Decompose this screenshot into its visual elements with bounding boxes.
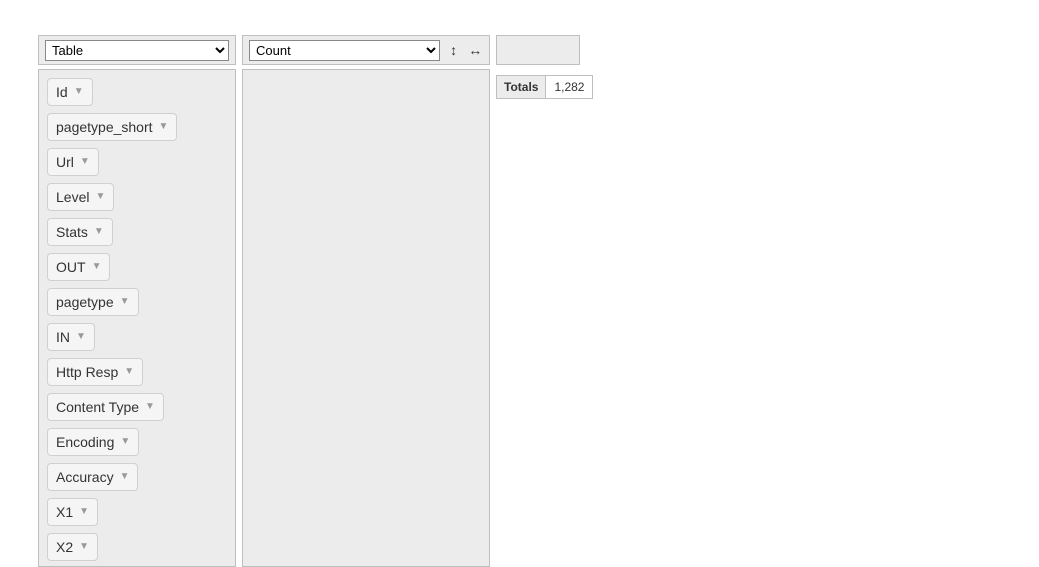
attr-pill[interactable]: Id ▼ xyxy=(47,78,93,106)
aggregator-cell: Count ↕ ↔ xyxy=(242,35,490,65)
attr-pill-label: Encoding xyxy=(56,434,114,450)
attr-pill-label: Level xyxy=(56,189,89,205)
caret-down-icon[interactable]: ▼ xyxy=(94,227,104,237)
attr-pill-label: X2 xyxy=(56,539,73,555)
attr-pill[interactable]: pagetype_short ▼ xyxy=(47,113,177,141)
caret-down-icon[interactable]: ▼ xyxy=(74,87,84,97)
attr-pill-label: Url xyxy=(56,154,74,170)
attr-pill-label: OUT xyxy=(56,259,86,275)
attr-pill-label: IN xyxy=(56,329,70,345)
attr-pill[interactable]: Stats ▼ xyxy=(47,218,113,246)
caret-down-icon[interactable]: ▼ xyxy=(159,122,169,132)
caret-down-icon[interactable]: ▼ xyxy=(124,367,134,377)
attr-pill[interactable]: Level ▼ xyxy=(47,183,114,211)
pivot-output-table: Totals 1,282 xyxy=(496,75,593,99)
attr-pill-label: X1 xyxy=(56,504,73,520)
attr-pill-label: Http Resp xyxy=(56,364,118,380)
attr-pill-label: Id xyxy=(56,84,68,100)
aggregator-select[interactable]: Count xyxy=(249,40,440,61)
caret-down-icon[interactable]: ▼ xyxy=(120,297,130,307)
attr-pill[interactable]: Content Type ▼ xyxy=(47,393,164,421)
caret-down-icon[interactable]: ▼ xyxy=(145,402,155,412)
attr-pill[interactable]: OUT ▼ xyxy=(47,253,110,281)
caret-down-icon[interactable]: ▼ xyxy=(95,192,105,202)
row-attrs-header xyxy=(496,35,580,65)
attr-pill-label: Accuracy xyxy=(56,469,114,485)
attr-pill-label: pagetype xyxy=(56,294,114,310)
attr-pill-label: Content Type xyxy=(56,399,139,415)
caret-down-icon[interactable]: ▼ xyxy=(92,262,102,272)
caret-down-icon[interactable]: ▼ xyxy=(120,437,130,447)
attr-pill[interactable]: Url ▼ xyxy=(47,148,99,176)
sort-rows-icon[interactable]: ↕ xyxy=(446,42,462,58)
unused-attrs-container: Id▼pagetype_short▼Url▼Level▼Stats▼OUT▼pa… xyxy=(38,69,236,567)
sort-cols-icon[interactable]: ↔ xyxy=(467,42,483,58)
renderer-select[interactable]: Table xyxy=(45,40,229,61)
totals-label: Totals xyxy=(496,75,546,99)
attr-pill[interactable]: X2 ▼ xyxy=(47,533,98,561)
attr-pill-label: pagetype_short xyxy=(56,119,153,135)
attr-pill[interactable]: Accuracy ▼ xyxy=(47,463,138,491)
attr-pill-label: Stats xyxy=(56,224,88,240)
attr-pill[interactable]: Http Resp ▼ xyxy=(47,358,143,386)
attr-pill[interactable]: pagetype ▼ xyxy=(47,288,139,316)
renderer-cell: Table xyxy=(38,35,236,65)
attr-pill[interactable]: IN ▼ xyxy=(47,323,95,351)
caret-down-icon[interactable]: ▼ xyxy=(120,472,130,482)
attr-pill[interactable]: X1 ▼ xyxy=(47,498,98,526)
totals-value: 1,282 xyxy=(546,75,593,99)
caret-down-icon[interactable]: ▼ xyxy=(76,332,86,342)
caret-down-icon[interactable]: ▼ xyxy=(79,507,89,517)
col-attrs-container xyxy=(242,69,490,567)
caret-down-icon[interactable]: ▼ xyxy=(80,157,90,167)
caret-down-icon[interactable]: ▼ xyxy=(79,542,89,552)
attr-pill[interactable]: Encoding ▼ xyxy=(47,428,139,456)
